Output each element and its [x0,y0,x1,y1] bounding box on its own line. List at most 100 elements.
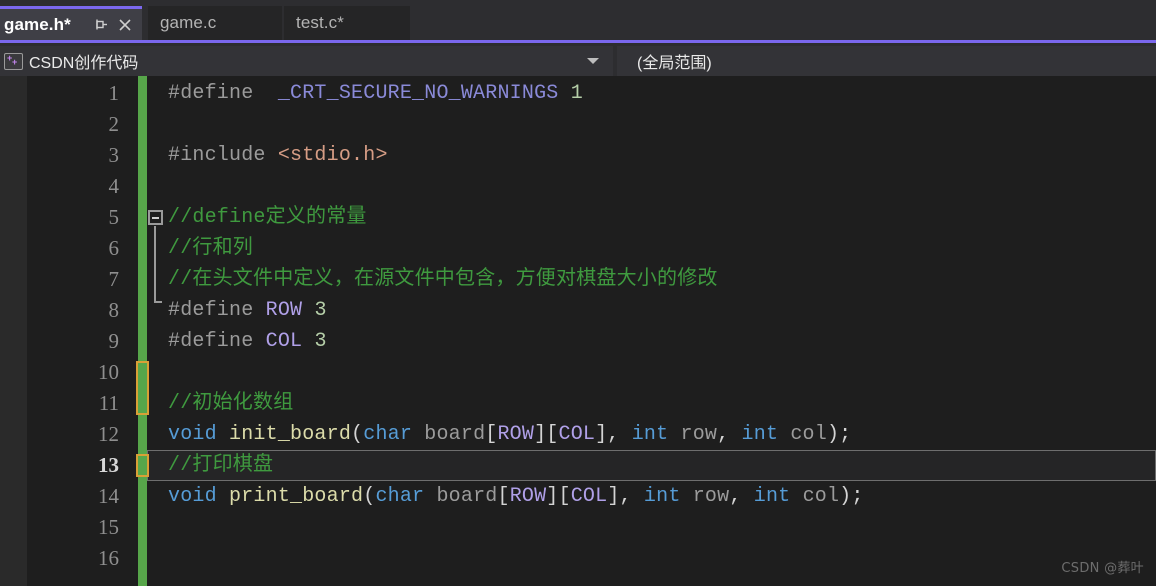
code-line-text: void print_board(char board[ROW][COL], i… [168,481,864,512]
code-line[interactable]: //define定义的常量 [147,202,1156,233]
tab-test-c[interactable]: test.c* [284,6,410,40]
plus-glyph-2: + [12,56,18,67]
line-number: 14 [98,484,119,508]
vs-editor-window: game.h* game.c test.c* + + CSDN创作代码 (全局范… [0,0,1156,586]
tab-game-c[interactable]: game.c [148,6,282,40]
line-number: 9 [108,329,120,353]
code-line[interactable]: #define _CRT_SECURE_NO_WARNINGS 1 [147,78,1156,109]
unsaved-change-marker [136,361,149,415]
code-line[interactable]: //在头文件中定义，在源文件中包含，方便对棋盘大小的修改 [147,264,1156,295]
code-token: void [168,423,217,446]
code-line[interactable] [147,512,1156,543]
code-token: [ [485,423,498,446]
gutter-row: 8 [27,295,127,326]
code-line[interactable]: //行和列 [147,233,1156,264]
line-number: 13 [98,453,119,477]
project-scope-dropdown[interactable]: + + CSDN创作代码 [0,46,613,76]
gutter-row: 9 [27,326,127,357]
editor-tab-strip: game.h* game.c test.c* [0,0,1156,40]
line-number: 3 [108,143,120,167]
code-token: int [631,423,669,446]
code-line[interactable]: #include <stdio.h> [147,140,1156,171]
code-token: row [692,485,730,508]
code-line[interactable]: //打印棋盘 [147,450,1156,481]
code-token: ][ [534,423,559,446]
code-line[interactable]: //初始化数组 [147,388,1156,419]
member-scope-dropdown[interactable]: (全局范围) [617,46,1156,76]
code-token: board [424,423,486,446]
gutter-row: 2 [27,109,127,140]
gutter-row: 15 [27,512,127,543]
code-line[interactable]: void init_board(char board[ROW][COL], in… [147,419,1156,450]
code-token: ], [607,485,644,508]
code-token: COL [265,330,303,353]
line-number: 11 [98,391,119,415]
code-line-text: //打印棋盘 [168,450,273,481]
code-token: //打印棋盘 [168,454,274,477]
code-token: char [375,485,425,508]
code-line-text: #define ROW 3 [168,295,327,326]
code-token: 3 [314,299,327,322]
code-line-text: #include <stdio.h> [168,140,388,171]
code-line[interactable]: #define COL 3 [147,326,1156,357]
line-number-gutter: 1 2 3 4 5 6 7 8 9 10 11 12 13 14 15 16 [27,76,127,586]
code-token: //行和列 [168,237,254,260]
code-editor[interactable]: 1 2 3 4 5 6 7 8 9 10 11 12 13 14 15 16 #define _CRT_SEC… [0,76,1156,586]
code-token: ROW [265,299,303,322]
chevron-down-icon[interactable] [587,58,599,64]
code-token: _CRT_SECURE_NO_WARNINGS [277,82,571,105]
gutter-row: 7 [27,264,127,295]
code-line-text: void init_board(char board[ROW][COL], in… [168,419,851,450]
line-number: 5 [108,205,120,229]
code-token: ); [839,485,864,508]
code-line[interactable]: #define ROW 3 [147,295,1156,326]
code-token: 1 [570,82,583,105]
line-number: 12 [98,422,119,446]
project-scope-label: CSDN创作代码 [29,55,139,72]
code-token: 3 [314,330,327,353]
gutter-row: 10 [27,357,127,388]
code-text-area[interactable]: #define _CRT_SECURE_NO_WARNINGS 1 #includ… [147,76,1156,586]
code-token: #define [168,299,266,322]
code-token: void [168,485,217,508]
watermark: CSDN @葬叶 [1061,561,1144,576]
code-line[interactable] [147,543,1156,574]
close-icon[interactable] [114,14,136,36]
line-number: 15 [98,515,119,539]
code-line[interactable] [147,109,1156,140]
code-token: ROW [497,423,535,446]
navigation-bar: + + CSDN创作代码 (全局范围) [0,40,1156,76]
code-token: ROW [509,485,547,508]
pin-icon[interactable] [90,14,112,36]
code-line-text: #define COL 3 [168,326,327,357]
line-number: 1 [108,81,120,105]
code-token: ][ [546,485,571,508]
code-line[interactable]: void print_board(char board[ROW][COL], i… [147,481,1156,512]
code-token: #define [168,82,278,105]
code-token: ); [826,423,852,446]
code-line-text: //初始化数组 [168,388,293,419]
tab-actions [90,14,142,36]
code-line[interactable] [147,171,1156,202]
code-token: //初始化数组 [168,392,294,415]
gutter-row: 16 [27,543,127,574]
code-token: ( [351,423,364,446]
code-line[interactable] [147,357,1156,388]
code-token: row [680,423,718,446]
gutter-row: 6 [27,233,127,264]
code-token: ( [363,485,376,508]
code-token: COL [558,423,596,446]
code-token: print_board [229,485,364,508]
tab-label: test.c* [296,13,344,32]
code-token: col [790,423,827,446]
line-number: 10 [98,360,119,384]
code-token: int [741,423,779,446]
code-line-text: //define定义的常量 [168,202,367,233]
gutter-row: 14 [27,481,127,512]
tab-game-h[interactable]: game.h* [0,6,142,40]
line-number: 4 [108,174,120,198]
